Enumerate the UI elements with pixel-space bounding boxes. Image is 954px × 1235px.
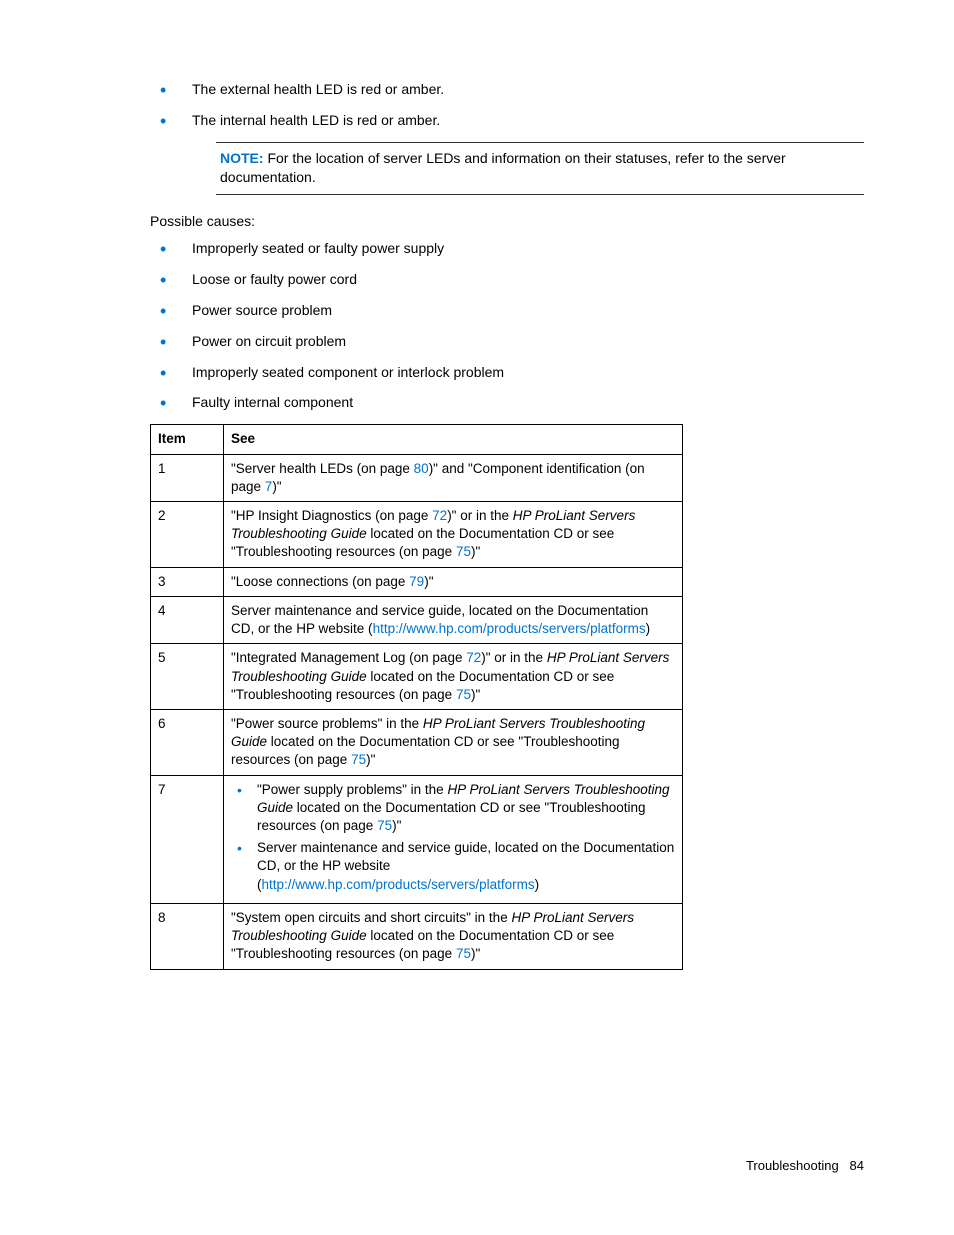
header-item: Item xyxy=(151,425,224,454)
table-row: 7 "Power supply problems" in the HP ProL… xyxy=(151,775,683,903)
text: ) xyxy=(535,877,540,892)
text: )" xyxy=(471,946,480,961)
text: )" xyxy=(471,544,480,559)
cell-item: 2 xyxy=(151,501,224,567)
text: )" or in the xyxy=(447,508,513,523)
page-link[interactable]: 72 xyxy=(466,650,481,665)
document-page: The external health LED is red or amber.… xyxy=(0,0,954,1235)
text: ) xyxy=(646,621,651,636)
footer-page-number: 84 xyxy=(850,1158,864,1173)
page-link[interactable]: 72 xyxy=(432,508,447,523)
cell-see: "Integrated Management Log (on page 72)"… xyxy=(224,644,683,710)
text: "Loose connections (on page xyxy=(231,574,409,589)
list-item: "Power supply problems" in the HP ProLia… xyxy=(231,781,675,836)
text: )" xyxy=(366,752,375,767)
table-row: 3 "Loose connections (on page 79)" xyxy=(151,567,683,596)
text: "Power source problems" in the xyxy=(231,716,423,731)
cell-see: "HP Insight Diagnostics (on page 72)" or… xyxy=(224,501,683,567)
cell-item: 4 xyxy=(151,596,224,643)
possible-causes-heading: Possible causes: xyxy=(150,213,864,229)
table-row: 4 Server maintenance and service guide, … xyxy=(151,596,683,643)
page-link[interactable]: 79 xyxy=(409,574,424,589)
text: )" or in the xyxy=(481,650,547,665)
page-link[interactable]: 75 xyxy=(456,687,471,702)
text: )" xyxy=(424,574,433,589)
list-item: Server maintenance and service guide, lo… xyxy=(231,839,675,894)
url-link[interactable]: http://www.hp.com/products/servers/platf… xyxy=(373,621,646,636)
note-text: For the location of server LEDs and info… xyxy=(220,150,786,186)
cell-see: "Power source problems" in the HP ProLia… xyxy=(224,709,683,775)
list-item: Power on circuit problem xyxy=(150,332,864,351)
header-see: See xyxy=(224,425,683,454)
reference-table: Item See 1 "Server health LEDs (on page … xyxy=(150,424,683,969)
top-bullet-list: The external health LED is red or amber.… xyxy=(150,80,864,130)
note-label: NOTE: xyxy=(220,150,264,166)
text: "Power supply problems" in the xyxy=(257,782,447,797)
cell-item: 7 xyxy=(151,775,224,903)
list-item: The internal health LED is red or amber. xyxy=(150,111,864,130)
page-footer: Troubleshooting 84 xyxy=(746,1158,864,1173)
table-row: 2 "HP Insight Diagnostics (on page 72)" … xyxy=(151,501,683,567)
table-row: 6 "Power source problems" in the HP ProL… xyxy=(151,709,683,775)
page-link[interactable]: 75 xyxy=(351,752,366,767)
text: "Integrated Management Log (on page xyxy=(231,650,466,665)
text: located on the Documentation CD or see "… xyxy=(257,800,646,833)
text: )" xyxy=(392,818,401,833)
causes-bullet-list: Improperly seated or faulty power supply… xyxy=(150,239,864,412)
text: located on the Documentation CD or see "… xyxy=(231,734,620,767)
list-item: Loose or faulty power cord xyxy=(150,270,864,289)
table-row: 5 "Integrated Management Log (on page 72… xyxy=(151,644,683,710)
cell-item: 1 xyxy=(151,454,224,501)
cell-item: 6 xyxy=(151,709,224,775)
text: "System open circuits and short circuits… xyxy=(231,910,511,925)
cell-see: "System open circuits and short circuits… xyxy=(224,903,683,969)
cell-see: "Loose connections (on page 79)" xyxy=(224,567,683,596)
text: )" xyxy=(471,687,480,702)
text: )" xyxy=(272,479,281,494)
note-box: NOTE: For the location of server LEDs an… xyxy=(216,142,864,195)
cell-item: 8 xyxy=(151,903,224,969)
list-item: Improperly seated component or interlock… xyxy=(150,363,864,382)
text: "HP Insight Diagnostics (on page xyxy=(231,508,432,523)
cell-see: "Server health LEDs (on page 80)" and "C… xyxy=(224,454,683,501)
list-item: Faulty internal component xyxy=(150,393,864,412)
footer-section: Troubleshooting xyxy=(746,1158,839,1173)
cell-item: 5 xyxy=(151,644,224,710)
list-item: Improperly seated or faulty power supply xyxy=(150,239,864,258)
nested-bullet-list: "Power supply problems" in the HP ProLia… xyxy=(231,781,675,894)
url-link[interactable]: http://www.hp.com/products/servers/platf… xyxy=(262,877,535,892)
text: "Server health LEDs (on page xyxy=(231,461,414,476)
cell-see: "Power supply problems" in the HP ProLia… xyxy=(224,775,683,903)
table-row: 1 "Server health LEDs (on page 80)" and … xyxy=(151,454,683,501)
table-row: 8 "System open circuits and short circui… xyxy=(151,903,683,969)
page-link[interactable]: 75 xyxy=(377,818,392,833)
page-link[interactable]: 80 xyxy=(414,461,429,476)
list-item: The external health LED is red or amber. xyxy=(150,80,864,99)
page-link[interactable]: 75 xyxy=(456,946,471,961)
table-header-row: Item See xyxy=(151,425,683,454)
cell-see: Server maintenance and service guide, lo… xyxy=(224,596,683,643)
page-link[interactable]: 75 xyxy=(456,544,471,559)
list-item: Power source problem xyxy=(150,301,864,320)
cell-item: 3 xyxy=(151,567,224,596)
